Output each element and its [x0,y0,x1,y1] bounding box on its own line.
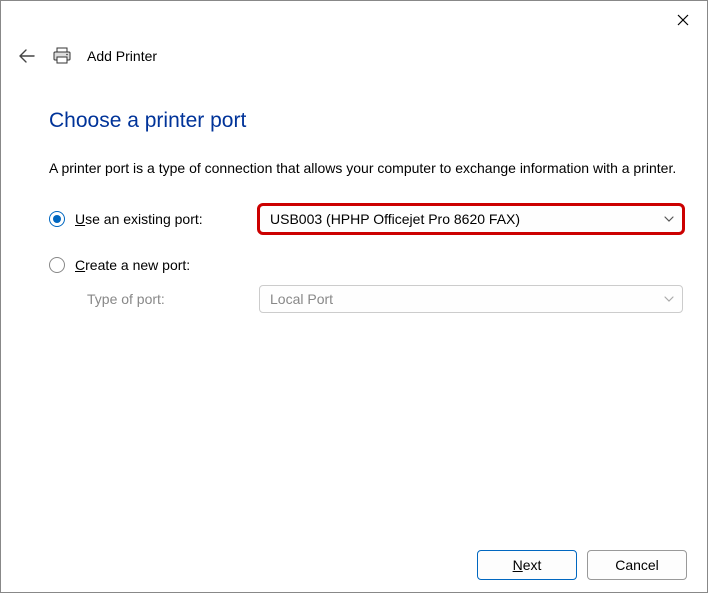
type-of-port-label: Type of port: [87,291,259,307]
close-icon [677,14,689,26]
radio-create-new[interactable] [49,257,65,273]
option-create-radio-group[interactable]: Create a new port: [49,257,259,273]
radio-use-existing-label: Use an existing port: [75,211,203,227]
content-area: Choose a printer port A printer port is … [49,109,683,313]
header-row: Add Printer [17,45,691,67]
type-of-port-value: Local Port [270,291,333,307]
existing-port-dropdown[interactable]: USB003 (HPHP Officejet Pro 8620 FAX) [259,205,683,233]
option-existing-radio-group[interactable]: Use an existing port: [49,211,259,227]
radio-create-new-label: Create a new port: [75,257,190,273]
page-heading: Choose a printer port [49,109,683,133]
page-description: A printer port is a type of connection t… [49,159,683,179]
option-existing-row: Use an existing port: USB003 (HPHP Offic… [49,205,683,233]
close-button[interactable] [675,12,691,28]
option-create-row: Create a new port: [49,257,683,273]
type-of-port-row: Type of port: Local Port [49,285,683,313]
existing-port-value: USB003 (HPHP Officejet Pro 8620 FAX) [270,211,520,227]
window-title: Add Printer [87,48,157,64]
radio-use-existing[interactable] [49,211,65,227]
footer-buttons: Next Cancel [477,550,687,580]
back-button[interactable] [17,46,37,66]
cancel-button[interactable]: Cancel [587,550,687,580]
title-bar [1,1,707,41]
chevron-down-icon [664,296,674,302]
chevron-down-icon [664,216,674,222]
next-button[interactable]: Next [477,550,577,580]
type-of-port-dropdown: Local Port [259,285,683,313]
printer-icon [51,45,73,67]
back-arrow-icon [19,49,35,63]
